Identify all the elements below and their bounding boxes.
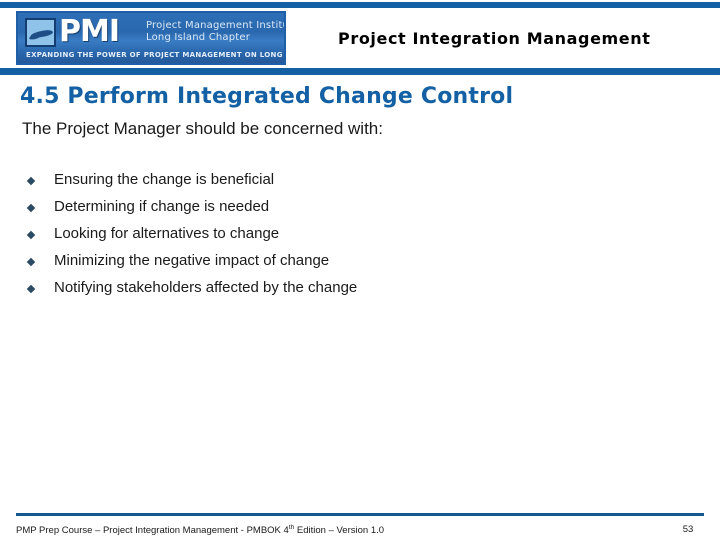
diamond-bullet-icon <box>26 284 36 294</box>
list-item-label: Ensuring the change is beneficial <box>54 171 275 188</box>
footer-text: PMP Prep Course – Project Integration Ma… <box>16 524 384 536</box>
header-title: Project Integration Management <box>338 29 651 48</box>
diamond-bullet-icon <box>26 230 36 240</box>
header-top-rule <box>0 2 720 8</box>
pmi-logo: PMI Project Management Institute Long Is… <box>16 11 286 65</box>
list-item: Notifying stakeholders affected by the c… <box>22 278 682 305</box>
diamond-bullet-icon <box>26 257 36 267</box>
pmi-wordmark: PMI <box>59 14 120 49</box>
list-item-label: Notifying stakeholders affected by the c… <box>54 279 358 296</box>
footer-rule <box>16 513 704 516</box>
footer-text-tail: Edition – Version 1.0 <box>294 525 385 537</box>
slide: PMI Project Management Institute Long Is… <box>0 0 720 540</box>
bullet-list: Ensuring the change is beneficial Determ… <box>22 170 682 305</box>
list-item-label: Determining if change is needed <box>54 198 270 215</box>
slide-heading: 4.5 Perform Integrated Change Control <box>20 84 514 109</box>
long-island-icon <box>25 18 56 47</box>
lead-text: The Project Manager should be concerned … <box>22 119 383 138</box>
pmi-org-line-2: Long Island Chapter <box>146 32 251 43</box>
pmi-tagline: EXPANDING THE POWER OF PROJECT MANAGEMEN… <box>26 51 284 59</box>
list-item-label: Minimizing the negative impact of change <box>54 252 330 269</box>
footer-text-main: PMP Prep Course – Project Integration Ma… <box>16 525 289 537</box>
diamond-bullet-icon <box>26 176 36 186</box>
list-item: Determining if change is needed <box>22 197 682 224</box>
page-number: 53 <box>682 524 694 535</box>
list-item-label: Looking for alternatives to change <box>54 225 280 242</box>
list-item: Ensuring the change is beneficial <box>22 170 682 197</box>
list-item: Minimizing the negative impact of change <box>22 251 682 278</box>
pmi-org-line-1: Project Management Institute <box>146 20 286 31</box>
header-bottom-rule <box>0 68 720 75</box>
pmi-org-name: Project Management Institute Long Island… <box>146 20 286 44</box>
pmi-logo-inner: PMI Project Management Institute Long Is… <box>18 13 284 63</box>
list-item: Looking for alternatives to change <box>22 224 682 251</box>
diamond-bullet-icon <box>26 203 36 213</box>
